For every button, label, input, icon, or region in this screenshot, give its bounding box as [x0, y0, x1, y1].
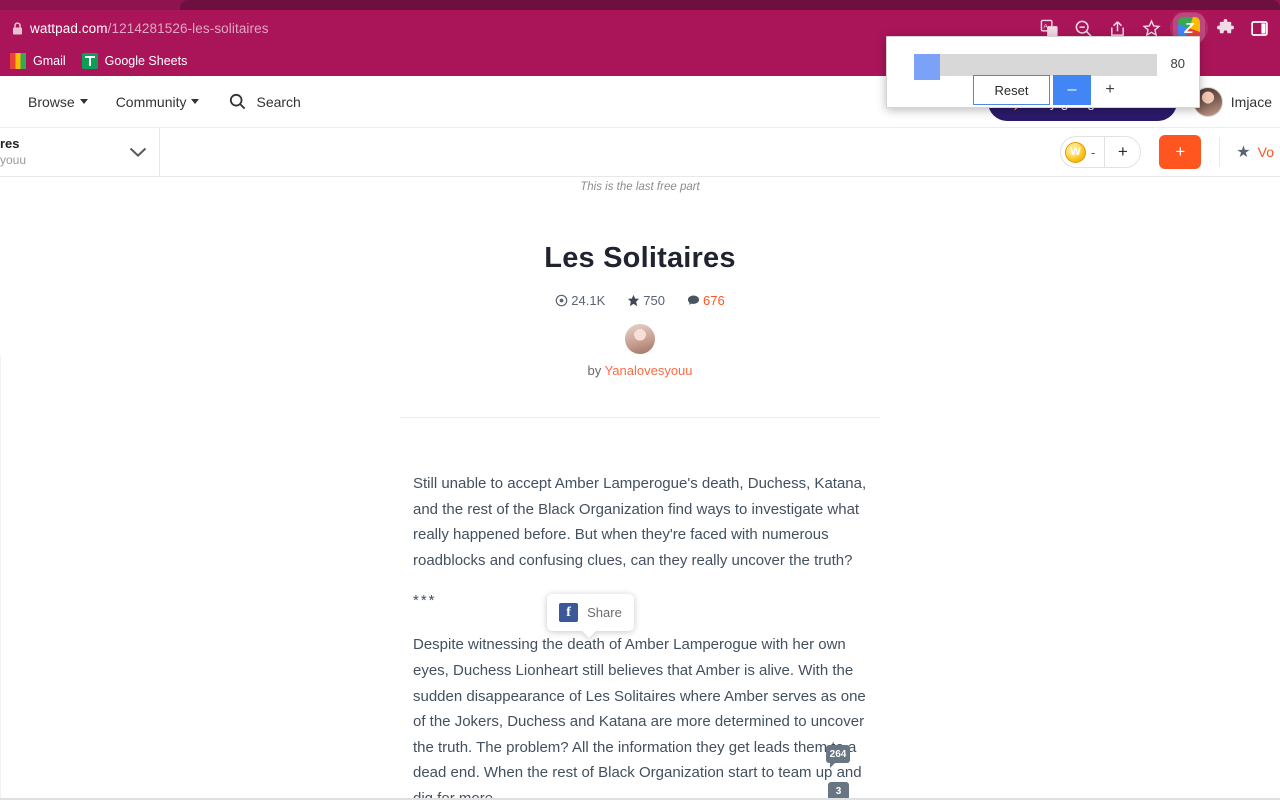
search-label: Search — [256, 93, 301, 110]
zoom-controls: Reset – + — [887, 75, 1201, 107]
coin-balance-group: - + — [1059, 136, 1142, 168]
nav-community[interactable]: Community — [102, 94, 214, 110]
story-info-dropdown[interactable]: res youu — [0, 128, 160, 176]
browser-active-tab[interactable] — [180, 0, 1280, 10]
bookmark-gmail[interactable]: Gmail — [2, 49, 74, 73]
browser-tab-strip — [0, 0, 1280, 10]
url-domain: wattpad.com — [30, 20, 108, 36]
nav-browse-label: Browse — [28, 93, 75, 110]
chevron-down-icon — [79, 99, 88, 104]
svg-text:A: A — [1043, 23, 1048, 30]
facebook-icon: f — [559, 603, 579, 622]
story-toolbar-actions: - + + ★ Vo — [1059, 128, 1280, 176]
zoom-level-value: 80 — [1170, 56, 1185, 71]
screen-root: wattpad.com/1214281526-les-solitaires A — [0, 0, 1280, 800]
bookmark-google-sheets[interactable]: Google Sheets — [74, 49, 196, 73]
lock-icon — [6, 17, 28, 39]
byline: by Yanalovesyouu — [0, 363, 1280, 378]
sidepanel-icon[interactable] — [1242, 13, 1276, 43]
nav-browse[interactable]: Browse — [14, 94, 102, 110]
last-free-part-note: This is the last free part — [580, 181, 700, 193]
gmail-icon — [10, 53, 26, 69]
vote-label: Vo — [1257, 144, 1274, 160]
coin-count: - — [1090, 144, 1096, 160]
story-info-author: youu — [0, 152, 27, 167]
page-title: Les Solitaires — [544, 242, 736, 274]
nav-community-label: Community — [115, 93, 187, 110]
wattpad-coin-icon — [1064, 141, 1086, 163]
star-icon: ★ — [1236, 144, 1251, 161]
username-label[interactable]: Imjace — [1231, 94, 1272, 110]
reader-left-rail — [0, 356, 1, 800]
story-stats: 24.1K 750 676 — [0, 293, 1280, 308]
content-divider — [400, 417, 880, 418]
stat-reads: 24.1K — [555, 293, 605, 308]
url-text: wattpad.com/1214281526-les-solitaires — [28, 21, 269, 36]
search-box[interactable]: Search — [213, 93, 301, 110]
story-toolbar: res youu - + + ★ Vo — [0, 128, 1280, 177]
byline-prefix: by — [587, 363, 605, 378]
zoom-popup: 80 Reset – + — [886, 36, 1200, 108]
facebook-share-tooltip[interactable]: f Share — [547, 594, 634, 631]
stat-comments: 676 — [687, 293, 725, 308]
author-avatar[interactable] — [625, 324, 655, 354]
bookmark-label: Gmail — [33, 54, 66, 68]
story-paragraph: Despite witnessing the death of Amber La… — [413, 636, 866, 800]
story-info-texts: res youu — [0, 136, 26, 167]
stat-votes: 750 — [627, 293, 665, 308]
eye-icon — [555, 294, 568, 307]
add-to-library-button[interactable]: + — [1159, 135, 1202, 169]
comment-icon — [687, 294, 700, 307]
buy-coins-button[interactable]: + — [1104, 137, 1140, 167]
byline-block: by Yanalovesyouu — [0, 324, 1280, 378]
story-paragraph: Still unable to accept Amber Lamperogue'… — [413, 475, 867, 569]
author-link[interactable]: Yanalovesyouu — [605, 363, 693, 378]
zoom-out-button[interactable]: – — [1053, 75, 1091, 105]
facebook-share-label: Share — [587, 605, 622, 620]
zoom-in-button[interactable]: + — [1095, 75, 1125, 105]
stat-reads-value: 24.1K — [571, 293, 606, 308]
chevron-down-icon — [191, 99, 200, 104]
zoom-slider-row: 80 — [887, 45, 1201, 80]
reader-pane: This is the last free part Les Solitaire… — [0, 178, 1280, 800]
google-sheets-icon — [81, 53, 98, 69]
star-icon — [627, 294, 640, 307]
inline-comment-badge[interactable]: 264 — [826, 745, 850, 768]
vote-button[interactable]: ★ Vo — [1236, 142, 1274, 162]
toolbar-divider — [1219, 137, 1221, 167]
chevron-down-icon — [129, 147, 159, 158]
bookmark-label: Google Sheets — [104, 54, 188, 68]
stat-votes-value: 750 — [643, 293, 665, 308]
zoom-reset-button[interactable]: Reset — [973, 75, 1050, 105]
extensions-puzzle-icon[interactable] — [1208, 13, 1242, 43]
zoom-slider-track[interactable] — [914, 54, 1157, 76]
url-path: /1214281526-les-solitaires — [107, 20, 269, 36]
stat-comments-value: 676 — [702, 293, 725, 308]
coin-balance[interactable]: - — [1061, 137, 1104, 167]
story-info-title: res — [0, 136, 20, 152]
scene-break: *** — [413, 592, 437, 610]
navbar-left-group: Browse Community Search — [0, 93, 301, 110]
search-icon — [229, 93, 246, 110]
